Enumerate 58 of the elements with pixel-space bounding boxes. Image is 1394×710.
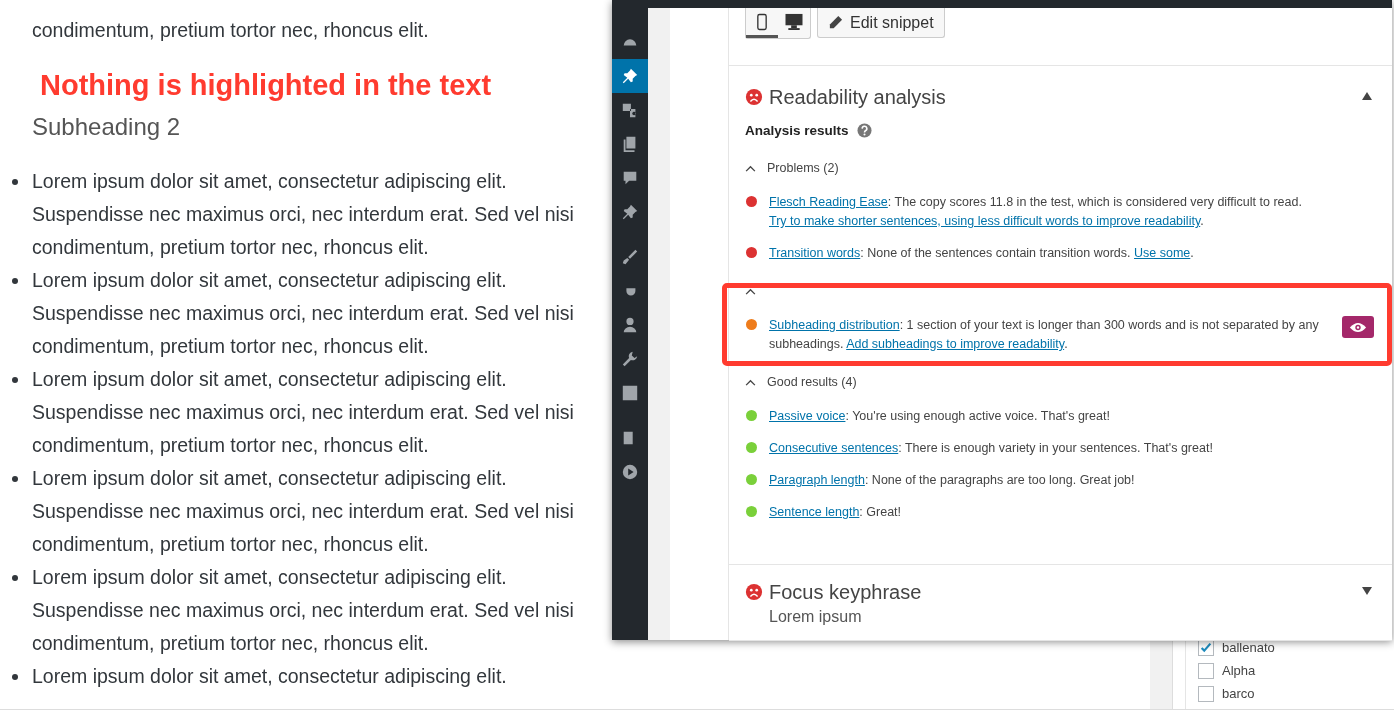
group-label[interactable]: Good results (4) (767, 375, 857, 389)
sad-face-icon (745, 583, 763, 601)
list-item-line: condimentum, pretium tortor nec, rhoncus elit. (32, 532, 429, 557)
chevron-up-icon[interactable] (745, 164, 756, 172)
list-item-line: Lorem ipsum dolor sit amet, consectetur adipiscing elit. (32, 268, 507, 293)
result-text: Paragraph length: None of the paragraphs are too long. Great job! (769, 472, 1136, 489)
list-item-line: Lorem ipsum dolor sit amet, consectetur adipiscing elit. (32, 664, 507, 689)
group-label[interactable]: Problems (2) (767, 161, 839, 175)
section-title[interactable]: Focus keyphrase (769, 581, 1356, 604)
expand-caret-icon[interactable] (1362, 587, 1372, 595)
section-title[interactable]: Readability analysis (769, 86, 1356, 109)
bullet-icon (12, 476, 18, 482)
list-item-line: Lorem ipsum dolor sit amet, consectetur adipiscing elit. (32, 169, 507, 194)
bullet-icon (12, 575, 18, 581)
collapse-caret-icon[interactable] (1362, 92, 1372, 100)
list-item-line: Lorem ipsum dolor sit amet, consectetur adipiscing elit. (32, 565, 507, 590)
paragraph-line: condimentum, pretium tortor nec, rhoncus elit. (32, 18, 429, 43)
chevron-up-icon[interactable] (745, 378, 756, 386)
category-label: Alpha (1222, 663, 1256, 678)
annotation-text: Nothing is highlighted in the text (40, 68, 492, 103)
bullet-icon (12, 179, 18, 185)
checkbox[interactable] (1198, 685, 1214, 702)
result-text: Sentence length: Great! (769, 504, 903, 521)
pencil-icon (828, 15, 843, 30)
list-item-line: Suspendisse nec maximus orci, nec interdum erat. Sed vel nisi (32, 202, 574, 227)
list-item-line: condimentum, pretium tortor nec, rhoncus elit. (32, 334, 429, 359)
bullet-icon (12, 674, 18, 680)
list-item-line: condimentum, pretium tortor nec, rhoncus elit. (32, 631, 429, 656)
checkbox[interactable] (1198, 662, 1214, 679)
result-text: Subheading distribution: 1 section of your text is longer than 300 words and is not separated by any subheadings. Add subheadings to improve readability. (769, 317, 1320, 353)
result-text: Consecutive sentences: There is enough variety in your sentences. That's great! (769, 440, 1214, 457)
list-item-line: Suspendisse nec maximus orci, nec interdum erat. Sed vel nisi (32, 598, 574, 623)
result-link[interactable]: Subheading distribution (769, 318, 900, 332)
analysis-results-label: Analysis results (745, 123, 849, 138)
list-item-line: Suspendisse nec maximus orci, nec interdum erat. Sed vel nisi (32, 400, 574, 425)
edit-snippet-button[interactable]: Edit snippet (817, 8, 945, 38)
list-item-line: Lorem ipsum dolor sit amet, consectetur adipiscing elit. (32, 367, 507, 392)
list-item-line: Suspendisse nec maximus orci, nec interdum erat. Sed vel nisi (32, 301, 574, 326)
category-label: ballenato (1222, 640, 1275, 655)
result-text: Transition words: None of the sentences contain transition words. Use some. (769, 245, 1195, 262)
result-text: Passive voice: You're using enough active voice. That's great! (769, 408, 1111, 425)
help-icon[interactable] (856, 123, 872, 138)
result-link[interactable]: Flesch Reading Ease (769, 195, 888, 209)
bullet-icon (12, 278, 18, 284)
pin-icon[interactable] (612, 59, 648, 93)
list-item-line: condimentum, pretium tortor nec, rhoncus elit. (32, 235, 429, 260)
category-label: barco (1222, 686, 1255, 701)
result-text: Flesch Reading Ease: The copy scores 11.8 in the test, which is considered very difficult to read. Try to make shorter sentences, using less difficult words to improve readability. (769, 194, 1303, 230)
bullet-icon (12, 377, 18, 383)
eye-icon[interactable] (1342, 316, 1374, 338)
chevron-up-icon[interactable] (745, 287, 756, 295)
result-link[interactable]: Paragraph length (769, 473, 865, 487)
list-item-line: condimentum, pretium tortor nec, rhoncus elit. (32, 433, 429, 458)
subheading: Subheading 2 (32, 112, 181, 142)
sad-face-icon (745, 88, 763, 106)
list-item-line: Lorem ipsum dolor sit amet, consectetur adipiscing elit. (32, 466, 507, 491)
list-item-line: Suspendisse nec maximus orci, nec interdum erat. Sed vel nisi (32, 499, 574, 524)
section-subtitle: Lorem ipsum (769, 608, 863, 626)
